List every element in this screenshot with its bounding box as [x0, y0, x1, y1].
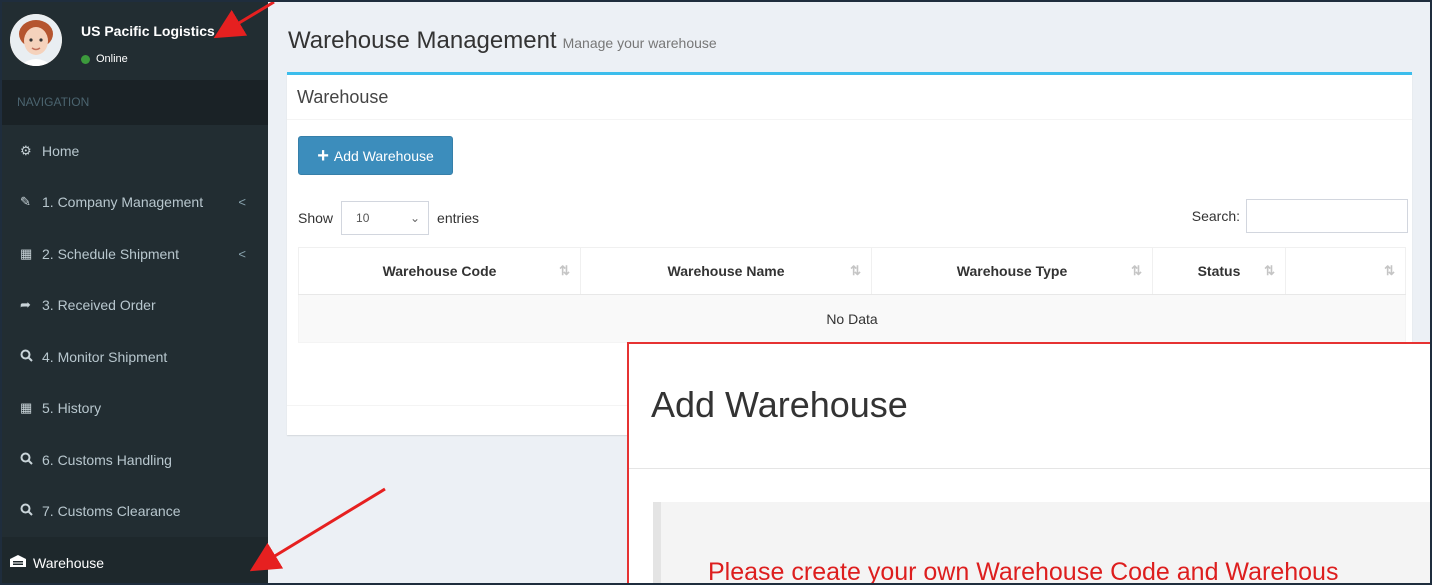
sidebar-item-customs-handling[interactable]: 6. Customs Handling: [2, 434, 268, 486]
page-title: Warehouse Management Manage your warehous…: [288, 27, 717, 55]
sidebar-item-label: 5. History: [42, 400, 102, 417]
modal-note-text: Please create your own Warehouse Code an…: [708, 558, 1339, 585]
add-warehouse-label: Add Warehouse: [333, 147, 434, 164]
sidebar-item-label: 2. Schedule Shipment: [42, 245, 179, 262]
entries-label: entries: [437, 210, 480, 226]
sidebar-item-schedule-shipment[interactable]: ▦ 2. Schedule Shipment <: [2, 228, 268, 280]
avatar-image: [10, 14, 62, 66]
add-warehouse-button[interactable]: + Add Warehouse: [298, 136, 453, 175]
dashboard-icon: ⚙: [20, 142, 32, 158]
chevron-left-icon: <: [238, 246, 246, 262]
app-frame: US Pacific Logistics Online NAVIGATION ⚙…: [0, 0, 1432, 585]
table-row: No Data: [298, 294, 1406, 343]
search-input[interactable]: [1246, 199, 1408, 233]
user-status: Online: [81, 53, 128, 65]
entries-select[interactable]: 10 ⌄: [341, 201, 430, 235]
sidebar-item-label: 7. Customs Clearance: [42, 503, 181, 520]
calendar-icon: ▦: [20, 400, 33, 416]
sidebar-item-label: Home: [42, 142, 80, 159]
sort-icon: ⇅: [1264, 263, 1275, 278]
sidebar-item-label: 1. Company Management: [42, 194, 204, 211]
search-icon: [20, 349, 42, 365]
avatar[interactable]: [10, 14, 62, 66]
column-header-warehouse-type[interactable]: Warehouse Type ⇅: [871, 247, 1153, 295]
sidebar-item-company-management[interactable]: ✎ 1. Company Management <: [2, 177, 268, 229]
table-header-row: Warehouse Code ⇅ Warehouse Name ⇅ Wareho…: [298, 247, 1406, 295]
entries-length-control: Show 10 ⌄ entries: [298, 201, 479, 235]
sidebar-item-history[interactable]: ▦ 5. History: [2, 383, 268, 435]
column-header-warehouse-name[interactable]: Warehouse Name ⇅: [580, 247, 872, 295]
search-icon: [20, 503, 42, 519]
column-header-actions[interactable]: ⇅: [1285, 247, 1406, 295]
entries-select-value: 10: [356, 211, 370, 225]
search-label: Search:: [1191, 208, 1240, 224]
sidebar-item-customs-clearance[interactable]: 7. Customs Clearance: [2, 486, 268, 538]
warehouse-table: Warehouse Code ⇅ Warehouse Name ⇅ Wareho…: [298, 247, 1406, 343]
search-icon: [20, 452, 42, 468]
sidebar-item-monitor-shipment[interactable]: 4. Monitor Shipment: [2, 331, 268, 383]
search-control: Search:: [1192, 199, 1408, 233]
sidebar-item-label: 3. Received Order: [42, 297, 156, 314]
warehouse-icon: [9, 554, 33, 571]
online-status-icon: [81, 54, 90, 64]
sidebar-item-warehouse[interactable]: Warehouse: [2, 537, 268, 583]
sort-icon: ⇅: [850, 263, 861, 278]
share-icon: ➦: [20, 297, 31, 313]
sidebar-item-home[interactable]: ⚙ Home: [2, 125, 268, 177]
edit-icon: ✎: [20, 194, 31, 210]
sidebar-item-label: 4. Monitor Shipment: [42, 348, 168, 365]
show-label: Show: [298, 210, 334, 226]
modal-divider: [629, 468, 1430, 469]
sidebar-item-label: Warehouse: [33, 554, 105, 571]
page-subtitle: Manage your warehouse: [562, 35, 717, 51]
page-title-text: Warehouse Management: [288, 27, 557, 54]
empty-table-message: No Data: [298, 294, 1406, 343]
user-status-label: Online: [96, 53, 128, 65]
plus-icon: +: [317, 144, 329, 167]
sort-icon: ⇅: [1131, 263, 1142, 278]
add-warehouse-modal-zoom: Add Warehouse: [627, 342, 1430, 583]
column-header-warehouse-code[interactable]: Warehouse Code ⇅: [298, 247, 581, 295]
calendar-icon: ▦: [20, 245, 33, 261]
nav-header: NAVIGATION: [2, 80, 268, 125]
sort-icon: ⇅: [1384, 263, 1395, 278]
column-header-status[interactable]: Status ⇅: [1152, 247, 1286, 295]
column-header-label: Warehouse Name: [667, 263, 785, 279]
modal-title: Add Warehouse: [651, 384, 908, 425]
sidebar-item-label: 6. Customs Handling: [42, 451, 172, 468]
user-name: US Pacific Logistics: [81, 23, 215, 39]
chevron-down-icon: ⌄: [409, 211, 421, 225]
sidebar-item-received-order[interactable]: ➦ 3. Received Order: [2, 280, 268, 332]
column-header-label: Status: [1197, 263, 1241, 279]
box-title: Warehouse: [287, 75, 1412, 120]
column-header-label: Warehouse Code: [382, 263, 497, 279]
sort-icon: ⇅: [559, 263, 570, 278]
user-panel: US Pacific Logistics Online: [2, 2, 268, 80]
chevron-left-icon: <: [238, 194, 246, 210]
sidebar: US Pacific Logistics Online NAVIGATION ⚙…: [2, 2, 268, 583]
column-header-label: Warehouse Type: [956, 263, 1068, 279]
